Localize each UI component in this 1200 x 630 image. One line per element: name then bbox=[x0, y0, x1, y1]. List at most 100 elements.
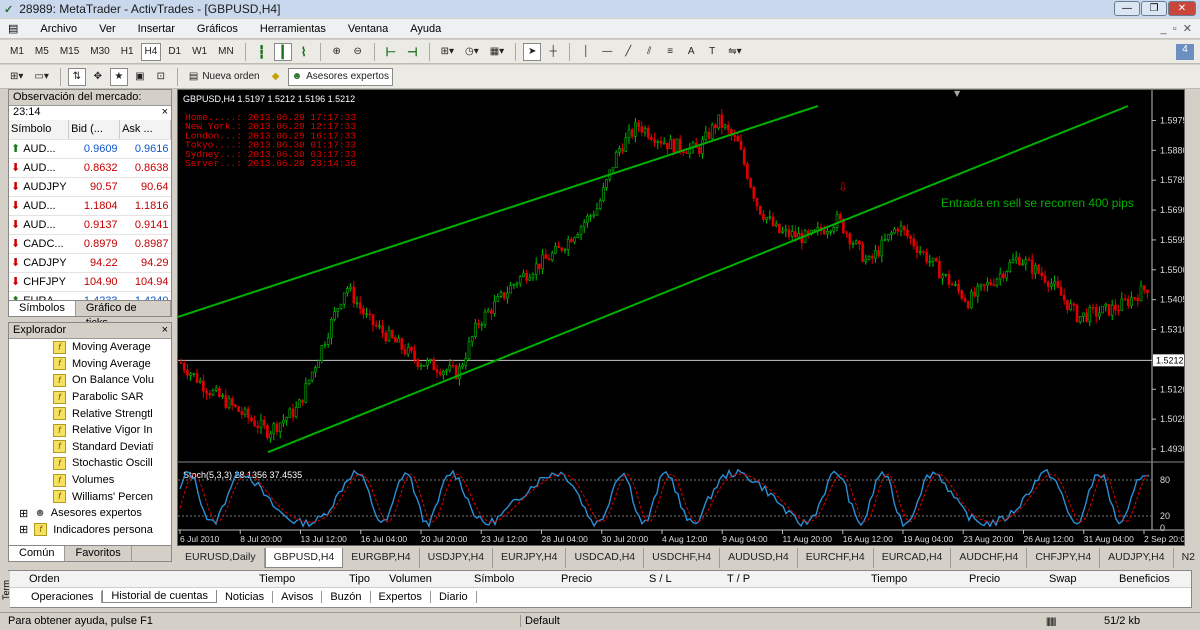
expand-icon[interactable]: ⊞ bbox=[19, 507, 28, 520]
chart-tab[interactable]: AUDCHF,H4 bbox=[951, 548, 1028, 568]
zoom-in-icon[interactable]: ⊕ bbox=[328, 43, 346, 61]
menu-ventana[interactable]: Ventana bbox=[346, 22, 390, 36]
chart-tab[interactable]: USDCHF,H4 bbox=[644, 548, 721, 568]
chart-tab[interactable]: EURGBP,H4 bbox=[343, 548, 420, 568]
close-icon[interactable]: × bbox=[162, 105, 168, 120]
tab-symbols[interactable]: Símbolos bbox=[9, 301, 76, 316]
navigator-icon[interactable]: ★ bbox=[109, 67, 128, 86]
tf-m30[interactable]: M30 bbox=[86, 43, 113, 61]
navigator-indicator-item[interactable]: f Volumes bbox=[53, 472, 171, 489]
market-watch-row[interactable]: ⬇ AUDJPY 90.57 90.64 bbox=[9, 177, 171, 197]
market-watch-row[interactable]: ⬇ AUD... 1.1804 1.1816 bbox=[9, 196, 171, 216]
terminal-tab[interactable]: Buzón bbox=[322, 590, 371, 603]
tf-m1[interactable]: M1 bbox=[6, 43, 28, 61]
terminal-col-header[interactable]: S / L bbox=[649, 573, 672, 585]
terminal-col-header[interactable]: Swap bbox=[1049, 573, 1077, 585]
col-ask[interactable]: Ask ... bbox=[119, 120, 171, 140]
text-icon[interactable]: A bbox=[682, 43, 700, 61]
market-watch-row[interactable]: ⬆ AUD... 0.9609 0.9616 bbox=[9, 139, 171, 159]
menu-ver[interactable]: Ver bbox=[97, 22, 118, 36]
tab-tick-chart[interactable]: Gráfico de ticks bbox=[76, 301, 171, 329]
folder-custom-indicators[interactable]: ⊞ f Indicadores persona bbox=[9, 522, 171, 539]
market-watch-icon[interactable]: ⇅ bbox=[67, 67, 86, 86]
autoscroll-icon[interactable]: ⊢ bbox=[382, 43, 400, 61]
navigator-indicator-item[interactable]: f Relative Vigor In bbox=[53, 422, 171, 439]
terminal-col-header[interactable]: Orden bbox=[29, 573, 60, 585]
terminal-tab[interactable]: Expertos bbox=[371, 590, 431, 603]
horizontal-line-icon[interactable]: — bbox=[598, 43, 616, 61]
chart-tab[interactable]: GBPUSD,H4 bbox=[264, 548, 344, 568]
chart-shift-marker-icon[interactable]: ▼ bbox=[954, 89, 961, 98]
expert-advisors-button[interactable]: ☻ Asesores expertos bbox=[287, 67, 393, 86]
terminal-col-header[interactable]: Precio bbox=[969, 573, 1000, 585]
terminal-col-header[interactable]: Tipo bbox=[349, 573, 370, 585]
terminal-col-header[interactable]: Precio bbox=[561, 573, 592, 585]
terminal-col-header[interactable]: Beneficios bbox=[1119, 573, 1170, 585]
folder-experts[interactable]: ⊞ ☻ Asesores expertos bbox=[9, 505, 171, 522]
market-watch-row[interactable]: ⬇ CHFJPY 104.90 104.94 bbox=[9, 272, 171, 292]
tester-icon[interactable]: ⊡ bbox=[152, 68, 170, 86]
trendline-icon[interactable]: ╱ bbox=[619, 43, 637, 61]
chart-tab[interactable]: AUDUSD,H4 bbox=[720, 548, 798, 568]
terminal-tab[interactable]: Diario bbox=[431, 590, 477, 603]
data-window-icon[interactable]: ✥ bbox=[89, 68, 107, 86]
line-chart-icon[interactable]: ⌇ bbox=[295, 43, 313, 61]
terminal-tab[interactable]: Historial de cuentas bbox=[102, 590, 217, 603]
navigator-indicator-item[interactable]: f Relative Strengtl bbox=[53, 405, 171, 422]
chart-tab[interactable]: USDJPY,H4 bbox=[420, 548, 494, 568]
cursor-icon[interactable]: ➤ bbox=[523, 42, 542, 61]
tf-h4[interactable]: H4 bbox=[140, 42, 162, 61]
navigator-indicator-item[interactable]: f Moving Average bbox=[53, 339, 171, 356]
tf-m15[interactable]: M15 bbox=[56, 43, 83, 61]
restore-button[interactable]: ❐ bbox=[1141, 1, 1167, 16]
terminal-tab[interactable]: Operaciones bbox=[23, 590, 103, 603]
terminal-col-header[interactable]: Volumen bbox=[389, 573, 432, 585]
arrows-icon[interactable]: ⇋▾ bbox=[724, 43, 745, 61]
candle-chart-icon[interactable]: ┃ bbox=[273, 42, 292, 61]
chart-tab[interactable]: EURCHF,H4 bbox=[798, 548, 874, 568]
market-watch-row[interactable]: ⬇ AUD... 0.8632 0.8638 bbox=[9, 158, 171, 178]
tf-d1[interactable]: D1 bbox=[164, 43, 185, 61]
crosshair-icon[interactable]: ┼ bbox=[544, 43, 562, 61]
new-chart-icon[interactable]: ⊞▾ bbox=[6, 68, 27, 86]
tf-mn[interactable]: MN bbox=[214, 43, 238, 61]
menu-graficos[interactable]: Gráficos bbox=[195, 22, 240, 36]
periods-clock-icon[interactable]: ◷▾ bbox=[461, 43, 483, 61]
indicators-icon[interactable]: ⊞▾ bbox=[437, 43, 458, 61]
menu-herramientas[interactable]: Herramientas bbox=[258, 22, 328, 36]
chart-shift-icon[interactable]: ⊣ bbox=[403, 43, 421, 61]
navigator-indicator-item[interactable]: f Stochastic Oscill bbox=[53, 455, 171, 472]
price-chart[interactable]: 1.5975 1.5880 1.5785 1.5690 1.5595 1.5500 1.54… bbox=[177, 89, 1190, 545]
navigator-indicator-item[interactable]: f Williams' Percen bbox=[53, 488, 171, 505]
mdi-controls[interactable]: _ ▫ ✕ bbox=[1159, 21, 1194, 36]
new-order-button[interactable]: ▤ Nueva orden bbox=[185, 68, 264, 86]
chart-tab[interactable]: AUDJPY,H4 bbox=[1100, 548, 1174, 568]
tf-h1[interactable]: H1 bbox=[117, 43, 138, 61]
bar-chart-icon[interactable]: ┇ bbox=[253, 43, 271, 61]
chart-tab[interactable]: USDCAD,H4 bbox=[566, 548, 645, 568]
profiles-icon[interactable]: ▭▾ bbox=[30, 68, 52, 86]
chart-window[interactable]: 1.5975 1.5880 1.5785 1.5690 1.5595 1.5500 1.54… bbox=[177, 89, 1190, 546]
metaeditor-icon[interactable]: ◆ bbox=[267, 68, 285, 86]
market-watch-row[interactable]: ⬇ CADJPY 94.22 94.29 bbox=[9, 253, 171, 273]
chart-tab[interactable]: CHFJPY,H4 bbox=[1027, 548, 1101, 568]
expand-icon[interactable]: ⊞ bbox=[19, 523, 28, 536]
tf-w1[interactable]: W1 bbox=[188, 43, 211, 61]
chart-tab[interactable]: EURJPY,H4 bbox=[493, 548, 567, 568]
terminal-icon[interactable]: ▣ bbox=[131, 68, 149, 86]
channel-icon[interactable]: ⫽ bbox=[640, 43, 658, 61]
navigator-indicator-item[interactable]: f Parabolic SAR bbox=[53, 389, 171, 406]
navigator-indicator-item[interactable]: f On Balance Volu bbox=[53, 372, 171, 389]
fibo-icon[interactable]: ≡ bbox=[661, 43, 679, 61]
menu-insertar[interactable]: Insertar bbox=[136, 22, 177, 36]
navigator-indicator-item[interactable]: f Standard Deviati bbox=[53, 439, 171, 456]
chart-tab[interactable]: N2 bbox=[1174, 548, 1200, 568]
terminal-col-header[interactable]: Símbolo bbox=[474, 573, 514, 585]
close-icon[interactable]: × bbox=[162, 323, 168, 338]
minimize-button[interactable]: — bbox=[1114, 1, 1140, 16]
tf-m5[interactable]: M5 bbox=[31, 43, 53, 61]
col-bid[interactable]: Bid (... bbox=[68, 120, 121, 140]
help-badge-icon[interactable]: 4 bbox=[1176, 43, 1194, 60]
col-symbol[interactable]: Símbolo bbox=[9, 120, 70, 140]
terminal-tab[interactable]: Avisos bbox=[273, 590, 323, 603]
